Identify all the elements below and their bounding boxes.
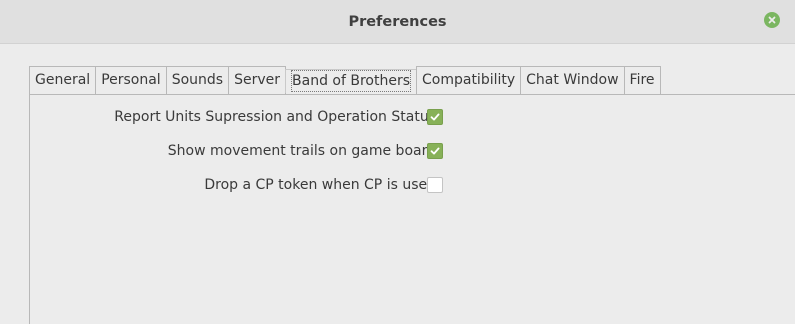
tab-label: Personal <box>101 72 161 88</box>
option-label: Show movement trails on game board <box>167 143 436 159</box>
report-units-checkbox[interactable] <box>427 109 443 125</box>
option-row: Report Units Supression and Operation St… <box>30 107 795 127</box>
tab-bar: General Personal Sounds Server Band of B… <box>29 66 661 94</box>
tab-label: Chat Window <box>526 72 619 88</box>
option-label: Report Units Supression and Operation St… <box>114 109 436 125</box>
close-button[interactable] <box>764 12 780 28</box>
tab-label: General <box>35 72 91 88</box>
checkmark-icon <box>430 147 440 155</box>
tab-chat-window[interactable]: Chat Window <box>520 66 625 94</box>
window-title: Preferences <box>348 14 447 30</box>
tab-sounds[interactable]: Sounds <box>165 66 230 94</box>
preferences-window: Preferences General Personal Sounds Serv… <box>0 0 795 324</box>
tab-label: Compatibility <box>422 72 516 88</box>
tab-band-of-brothers[interactable]: Band of Brothers <box>285 69 417 93</box>
checkmark-icon <box>430 113 440 121</box>
option-row: Show movement trails on game board <box>30 141 795 161</box>
tab-fire[interactable]: Fire <box>623 66 661 94</box>
tab-label: Server <box>234 72 281 88</box>
option-row: Drop a CP token when CP is used <box>30 175 795 195</box>
content-area: General Personal Sounds Server Band of B… <box>0 44 795 324</box>
tab-label: Band of Brothers <box>291 70 411 92</box>
close-icon <box>768 16 776 24</box>
option-label: Drop a CP token when CP is used <box>204 177 436 193</box>
tab-panel: Report Units Supression and Operation St… <box>29 94 795 324</box>
tab-label: Sounds <box>171 72 224 88</box>
drop-cp-token-checkbox[interactable] <box>427 177 443 193</box>
tab-personal[interactable]: Personal <box>95 66 167 94</box>
tab-label: Fire <box>629 72 655 88</box>
tab-general[interactable]: General <box>29 66 97 94</box>
title-bar: Preferences <box>0 0 795 44</box>
tab-server[interactable]: Server <box>228 66 287 94</box>
movement-trails-checkbox[interactable] <box>427 143 443 159</box>
tab-compatibility[interactable]: Compatibility <box>416 66 522 94</box>
